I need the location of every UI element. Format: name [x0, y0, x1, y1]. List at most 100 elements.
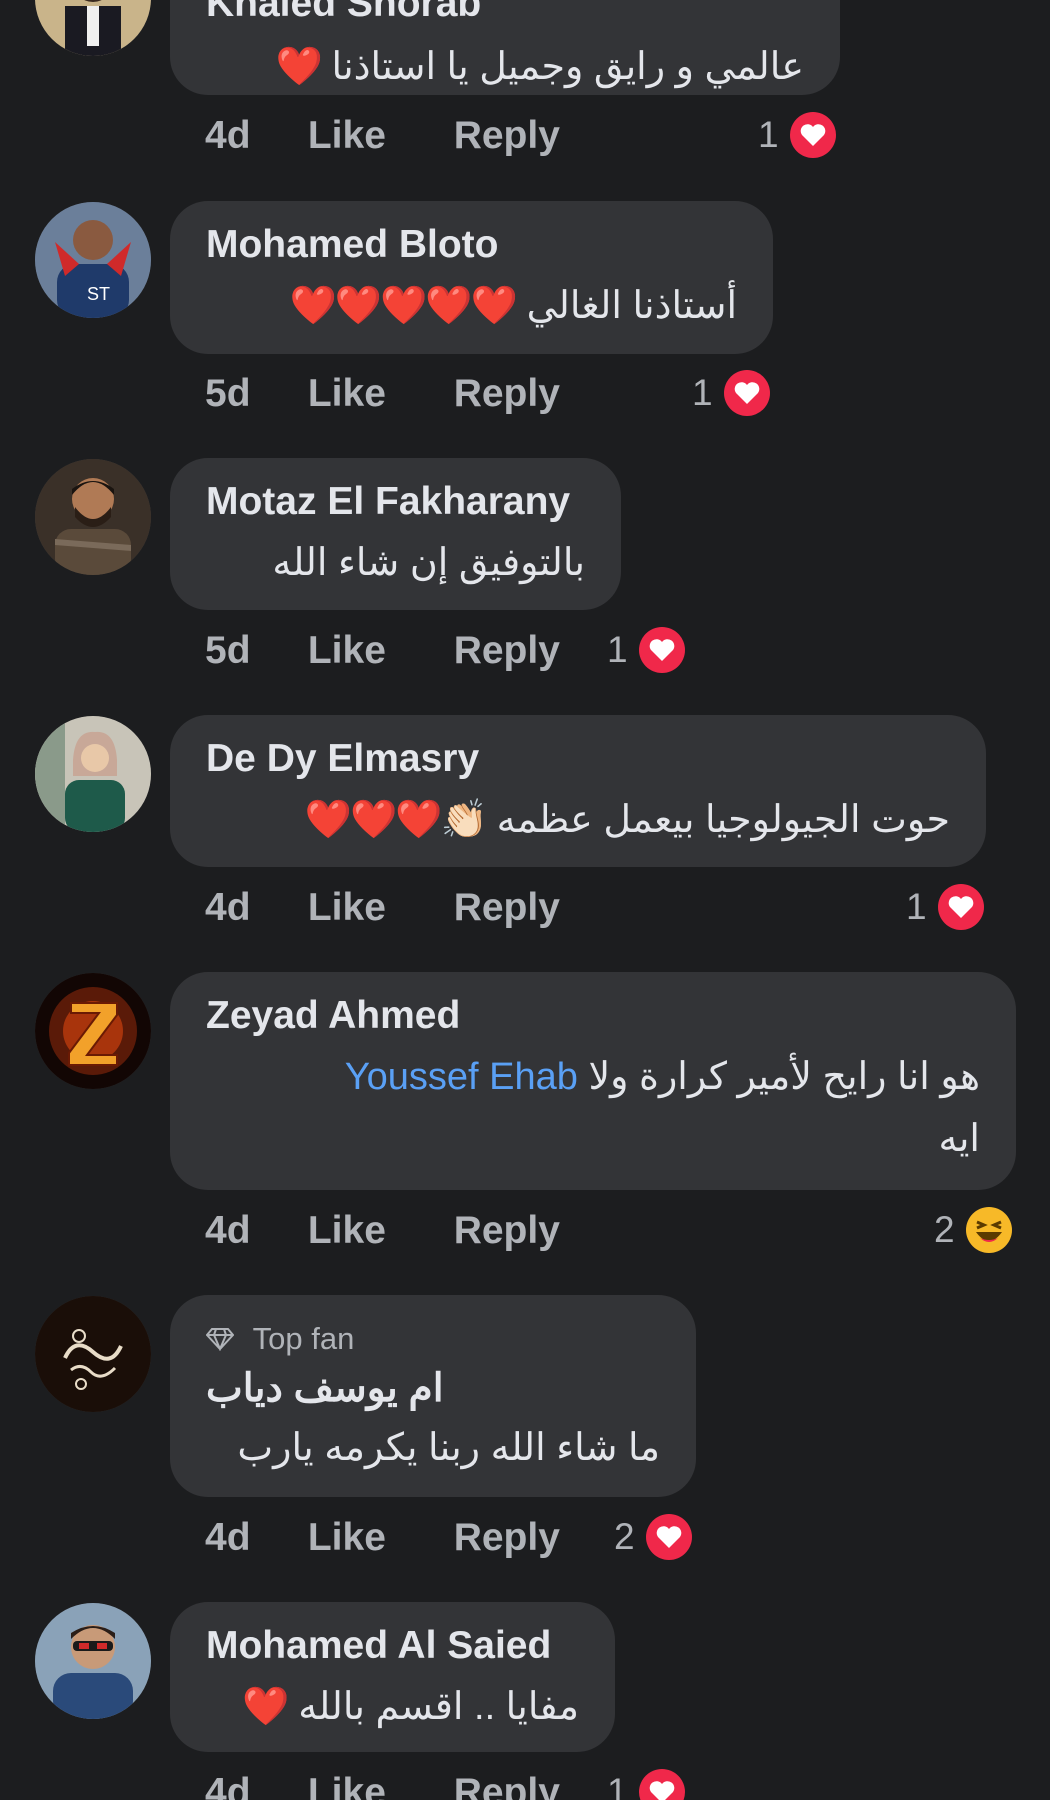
avatar[interactable]: [35, 1603, 151, 1719]
comment-bubble[interactable]: Khaled Shorab عالمي و رايق وجميل يا استا…: [170, 0, 840, 95]
comment-time: 5d: [205, 629, 251, 672]
reaction-count: 1: [906, 886, 927, 927]
like-button[interactable]: Like: [308, 1209, 443, 1253]
reply-button[interactable]: Reply: [454, 629, 560, 673]
comment-time: 4d: [205, 886, 251, 929]
comment-time: 5d: [205, 372, 251, 415]
reply-button[interactable]: Reply: [454, 114, 560, 158]
comment-bubble[interactable]: Mohamed Al Saied مفايا .. اقسم بالله ❤️: [170, 1602, 615, 1752]
comment-actions: 4d Like Reply: [205, 1516, 560, 1560]
reply-button[interactable]: Reply: [454, 1209, 560, 1253]
reaction-summary[interactable]: 1: [607, 1768, 686, 1800]
comment-time: 4d: [205, 114, 251, 157]
comment-bubble[interactable]: Motaz El Fakharany بالتوفيق إن شاء الله: [170, 458, 621, 610]
reaction-summary[interactable]: 1: [692, 369, 771, 417]
top-fan-badge: Top fan: [205, 1321, 660, 1357]
reaction-summary[interactable]: 2: [614, 1513, 693, 1561]
comment-text-line2: ايه: [938, 1118, 980, 1160]
comment-text-body: هو انا رايح لأمير كرارة ولا: [588, 1056, 980, 1098]
love-reaction-icon: [638, 626, 686, 674]
comment-actions: 4d Like Reply: [205, 1771, 560, 1800]
comment-author[interactable]: Motaz El Fakharany: [206, 480, 585, 524]
comment-actions: 5d Like Reply: [205, 629, 560, 673]
reaction-summary[interactable]: 1: [758, 111, 837, 159]
heart-emoji: ❤️: [242, 1686, 289, 1728]
heart-emoji: ❤️❤️❤️❤️❤️: [289, 285, 518, 327]
heart-clap-emoji: ❤️❤️❤️👏🏻: [304, 799, 488, 841]
comment-author[interactable]: ام يوسف دياب: [206, 1367, 660, 1411]
comments-screen: Khaled Shorab عالمي و رايق وجميل يا استا…: [0, 0, 1050, 1800]
reaction-summary[interactable]: 2: [934, 1206, 1013, 1254]
love-reaction-icon: [638, 1768, 686, 1800]
comment-actions: 4d Like Reply: [205, 1209, 560, 1253]
love-reaction-icon: [937, 883, 985, 931]
like-button[interactable]: Like: [308, 1516, 443, 1560]
avatar-image: [35, 716, 151, 832]
comment-bubble[interactable]: De Dy Elmasry حوت الجيولوجيا بيعمل عظمه …: [170, 715, 986, 867]
comment-text-body: حوت الجيولوجيا بيعمل عظمه: [496, 799, 950, 841]
avatar-image: ST: [35, 202, 151, 318]
comment-time: 4d: [205, 1209, 251, 1252]
comment-text-body: ما شاء الله ربنا يكرمه يارب: [237, 1427, 660, 1469]
comment-text-body: بالتوفيق إن شاء الله: [272, 542, 585, 584]
avatar-image: [35, 1603, 151, 1719]
comment-bubble[interactable]: Mohamed Bloto أستاذنا الغالي ❤️❤️❤️❤️❤️: [170, 201, 773, 354]
avatar[interactable]: [35, 459, 151, 575]
reaction-count: 1: [607, 1771, 628, 1800]
reply-button[interactable]: Reply: [454, 1516, 560, 1560]
love-reaction-icon: [789, 111, 837, 159]
like-button[interactable]: Like: [308, 886, 443, 930]
avatar-image: [35, 973, 151, 1089]
avatar[interactable]: [35, 1296, 151, 1412]
haha-reaction-icon: [965, 1206, 1013, 1254]
reply-button[interactable]: Reply: [454, 886, 560, 930]
comment-bubble[interactable]: Top fan ام يوسف دياب ما شاء الله ربنا يك…: [170, 1295, 696, 1497]
comment-author[interactable]: Mohamed Al Saied: [206, 1624, 579, 1668]
comment-text: أستاذنا الغالي ❤️❤️❤️❤️❤️: [206, 275, 737, 337]
comment-text: حوت الجيولوجيا بيعمل عظمه ❤️❤️❤️👏🏻: [206, 789, 950, 851]
reaction-count: 1: [758, 114, 779, 155]
like-button[interactable]: Like: [308, 372, 443, 416]
diamond-icon: [205, 1321, 243, 1356]
comment-author[interactable]: Zeyad Ahmed: [206, 994, 980, 1038]
comment-author[interactable]: Mohamed Bloto: [206, 223, 737, 267]
reply-button[interactable]: Reply: [454, 1771, 560, 1800]
comment-text: هو انا رايح لأمير كرارة ولا Youssef Ehab…: [206, 1046, 980, 1170]
like-button[interactable]: Like: [308, 629, 443, 673]
comment-actions: 5d Like Reply: [205, 372, 560, 416]
avatar[interactable]: [35, 716, 151, 832]
comment-time: 4d: [205, 1516, 251, 1559]
comment-text: مفايا .. اقسم بالله ❤️: [206, 1676, 579, 1738]
reply-button[interactable]: Reply: [454, 372, 560, 416]
reaction-summary[interactable]: 1: [607, 626, 686, 674]
avatar[interactable]: [35, 0, 151, 56]
comment-actions: 4d Like Reply: [205, 114, 560, 158]
avatar-image: [35, 459, 151, 575]
heart-emoji: ❤️: [275, 46, 323, 88]
comment-text: بالتوفيق إن شاء الله: [206, 532, 585, 594]
comment-text-body: عالمي و رايق وجميل يا استاذنا: [331, 46, 804, 88]
mention-link[interactable]: Youssef Ehab: [345, 1056, 578, 1098]
comment-bubble[interactable]: Zeyad Ahmed هو انا رايح لأمير كرارة ولا …: [170, 972, 1016, 1190]
reaction-count: 1: [607, 629, 628, 670]
like-button[interactable]: Like: [308, 114, 443, 158]
reaction-count: 2: [934, 1209, 955, 1250]
like-button[interactable]: Like: [308, 1771, 443, 1800]
comment-text-body: أستاذنا الغالي: [526, 285, 737, 327]
avatar[interactable]: ST: [35, 202, 151, 318]
svg-text:ST: ST: [87, 284, 110, 304]
comment-text: ما شاء الله ربنا يكرمه يارب: [206, 1417, 660, 1479]
comment-author[interactable]: De Dy Elmasry: [206, 737, 950, 781]
comment-text-body: مفايا .. اقسم بالله: [298, 1686, 579, 1728]
reaction-count: 2: [614, 1516, 635, 1557]
avatar-image: [35, 1296, 151, 1412]
avatar-image: [35, 0, 151, 56]
avatar[interactable]: [35, 973, 151, 1089]
love-reaction-icon: [723, 369, 771, 417]
comment-time: 4d: [205, 1771, 251, 1800]
comment-author[interactable]: Khaled Shorab: [206, 0, 804, 26]
reaction-summary[interactable]: 1: [906, 883, 985, 931]
comment-text: عالمي و رايق وجميل يا استاذنا ❤️: [206, 36, 804, 98]
top-fan-label: Top fan: [252, 1321, 355, 1356]
reaction-count: 1: [692, 372, 713, 413]
